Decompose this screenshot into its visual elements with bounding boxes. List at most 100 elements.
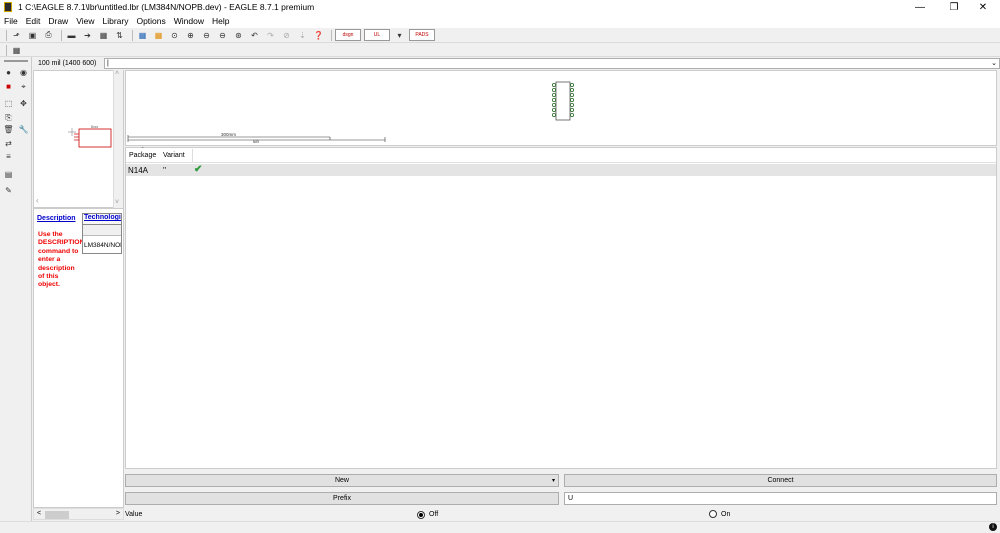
undo-icon[interactable]: ↶	[248, 29, 261, 42]
chevron-down-icon[interactable]: ⌄	[991, 59, 997, 67]
symbol-preview: 8xxx ‹	[33, 70, 124, 208]
export-icon[interactable]: ➔	[81, 29, 94, 42]
menu-options[interactable]: Options	[136, 16, 165, 26]
info-icon[interactable]: ●	[3, 67, 14, 78]
technology-value[interactable]: LM384N/NOP	[83, 236, 121, 254]
technology-icon[interactable]: ≡	[3, 151, 14, 162]
scrollbar-thumb[interactable]	[45, 511, 69, 519]
info-icon[interactable]: i	[989, 523, 997, 531]
menu-library[interactable]: Library	[102, 16, 128, 26]
value-off-radio[interactable]	[417, 510, 425, 519]
command-input[interactable]: | ⌄	[104, 58, 1000, 69]
package-variant-table: Package Variant ⌃ N14A '' ✔	[125, 147, 997, 469]
package-drawing: 300mm 5in	[127, 81, 574, 144]
grid-coordinate-label: 100 mil (1400 600)	[38, 60, 97, 67]
add-package-icon[interactable]: ▤	[3, 169, 14, 180]
zoom-select-icon[interactable]: ⊛	[232, 29, 245, 42]
zoom-fit-icon[interactable]: ⊙	[168, 29, 181, 42]
delete-icon[interactable]: 🗑	[3, 124, 14, 135]
print-icon[interactable]: ⎙	[42, 29, 55, 42]
value-label: Value	[125, 511, 143, 518]
copy-icon[interactable]: ⎘	[3, 112, 14, 123]
attribute-icon[interactable]: ✎	[3, 185, 14, 196]
new-button-label: New	[334, 477, 349, 484]
script-icon[interactable]: ⇅	[113, 29, 126, 42]
scroll-left-arrow-icon[interactable]: ‹	[36, 196, 39, 205]
replace-icon[interactable]: ⇄	[3, 138, 14, 149]
toolbar-separator	[132, 29, 133, 41]
wrench-icon[interactable]: 🔧	[18, 124, 29, 135]
menu-view[interactable]: View	[76, 16, 94, 26]
select-icon[interactable]: ⬚	[3, 98, 14, 109]
prefix-button[interactable]: Prefix	[125, 492, 559, 505]
value-off-label: Off	[429, 511, 439, 518]
grid-icon[interactable]: ▦	[10, 44, 23, 57]
scale-in-label: 5in	[253, 139, 260, 144]
zoom-out-icon[interactable]: ⊖	[200, 29, 213, 42]
symbol-preview-drawing: 8xxx	[68, 125, 112, 148]
stop-icon[interactable]: ⊘	[280, 29, 293, 42]
connected-check-icon: ✔	[194, 164, 203, 175]
menu-bar: File Edit Draw View Library Options Wind…	[0, 14, 1000, 28]
scale-mm-label: 300mm	[221, 132, 236, 137]
ulp-icon[interactable]: ▦	[97, 29, 110, 42]
move-icon[interactable]: ✥	[18, 98, 29, 109]
dropdown-arrow-icon[interactable]: ▾	[393, 29, 406, 42]
open-icon[interactable]: ⬏	[10, 29, 23, 42]
menu-draw[interactable]: Draw	[48, 16, 68, 26]
table-header: Package Variant ⌃	[126, 147, 996, 163]
ultra-librarian-icon[interactable]: UL	[364, 29, 390, 41]
minimize-button[interactable]: —	[903, 0, 937, 14]
menu-window[interactable]: Window	[174, 16, 204, 26]
menu-edit[interactable]: Edit	[26, 16, 41, 26]
package-preview-canvas: 300mm 5in	[125, 70, 997, 146]
radio-selected-icon[interactable]	[417, 511, 425, 519]
value-on-radio[interactable]	[709, 510, 717, 520]
zoom-minus-icon[interactable]: ⊖	[216, 29, 229, 42]
board-icon[interactable]: ▦	[136, 29, 149, 42]
prefix-field[interactable]: U	[564, 492, 997, 505]
close-button[interactable]: ✕	[966, 0, 1000, 14]
menu-file[interactable]: File	[4, 16, 18, 26]
palette-grip	[4, 60, 28, 62]
go-icon[interactable]: ⇣	[296, 29, 309, 42]
redo-icon[interactable]: ↷	[264, 29, 277, 42]
column-header-package[interactable]: Package	[129, 152, 156, 159]
dropdown-arrow-icon[interactable]: ▾	[552, 477, 555, 484]
connect-button[interactable]: Connect	[564, 474, 997, 487]
technology-header-row	[83, 225, 121, 236]
scroll-up-arrow-icon[interactable]: ˄	[115, 70, 119, 77]
design-link-icon[interactable]: dsgn	[335, 29, 361, 41]
schematic-icon[interactable]: ▦	[152, 29, 165, 42]
dip14-package-footprint	[551, 81, 574, 121]
scroll-down-arrow-icon[interactable]: ˅	[115, 199, 119, 206]
scroll-right-arrow-icon[interactable]: >	[116, 510, 120, 517]
show-icon[interactable]: ◉	[18, 67, 29, 78]
radio-unselected-icon[interactable]	[709, 510, 717, 518]
new-button[interactable]: New ▾	[125, 474, 559, 487]
menu-help[interactable]: Help	[212, 16, 229, 26]
scroll-left-arrow-icon[interactable]: <	[37, 510, 41, 517]
cam-icon[interactable]: ▬	[65, 29, 78, 42]
help-icon[interactable]: ❓	[312, 29, 325, 42]
description-panel: Description Technologie Use the DESCRIPT…	[33, 208, 124, 508]
save-icon[interactable]: ▣	[26, 29, 39, 42]
mark-icon[interactable]: ⌖	[18, 81, 29, 92]
value-row: Value Off On	[125, 508, 997, 521]
svg-text:8xxx: 8xxx	[91, 125, 98, 129]
toolbar-separator	[331, 29, 332, 41]
technology-table: LM384N/NOP	[82, 224, 122, 254]
pads-icon[interactable]: PADS	[409, 29, 435, 41]
window-title: 1 C:\EAGLE 8.7.1\lbr\untitled.lbr (LM384…	[18, 2, 315, 12]
preview-vertical-scrollbar[interactable]: ˄ ˅	[113, 70, 123, 208]
display-layers-icon[interactable]: ■	[3, 81, 14, 92]
zoom-in-icon[interactable]: ⊕	[184, 29, 197, 42]
column-header-variant[interactable]: Variant	[163, 152, 185, 159]
description-horizontal-scrollbar[interactable]: < >	[33, 508, 124, 520]
table-row[interactable]: N14A '' ✔	[126, 164, 996, 176]
toolbar-separator	[61, 29, 62, 41]
main-toolbar: ⬏ ▣ ⎙ ▬ ➔ ▦ ⇅ ▦ ▦ ⊙ ⊕ ⊖ ⊖ ⊛ ↶ ↷ ⊘ ⇣ ❓ ds…	[0, 28, 1000, 43]
toolbar-grip	[6, 44, 7, 56]
sort-arrow-icon: ⌃	[140, 147, 146, 153]
description-link[interactable]: Description	[37, 215, 76, 222]
